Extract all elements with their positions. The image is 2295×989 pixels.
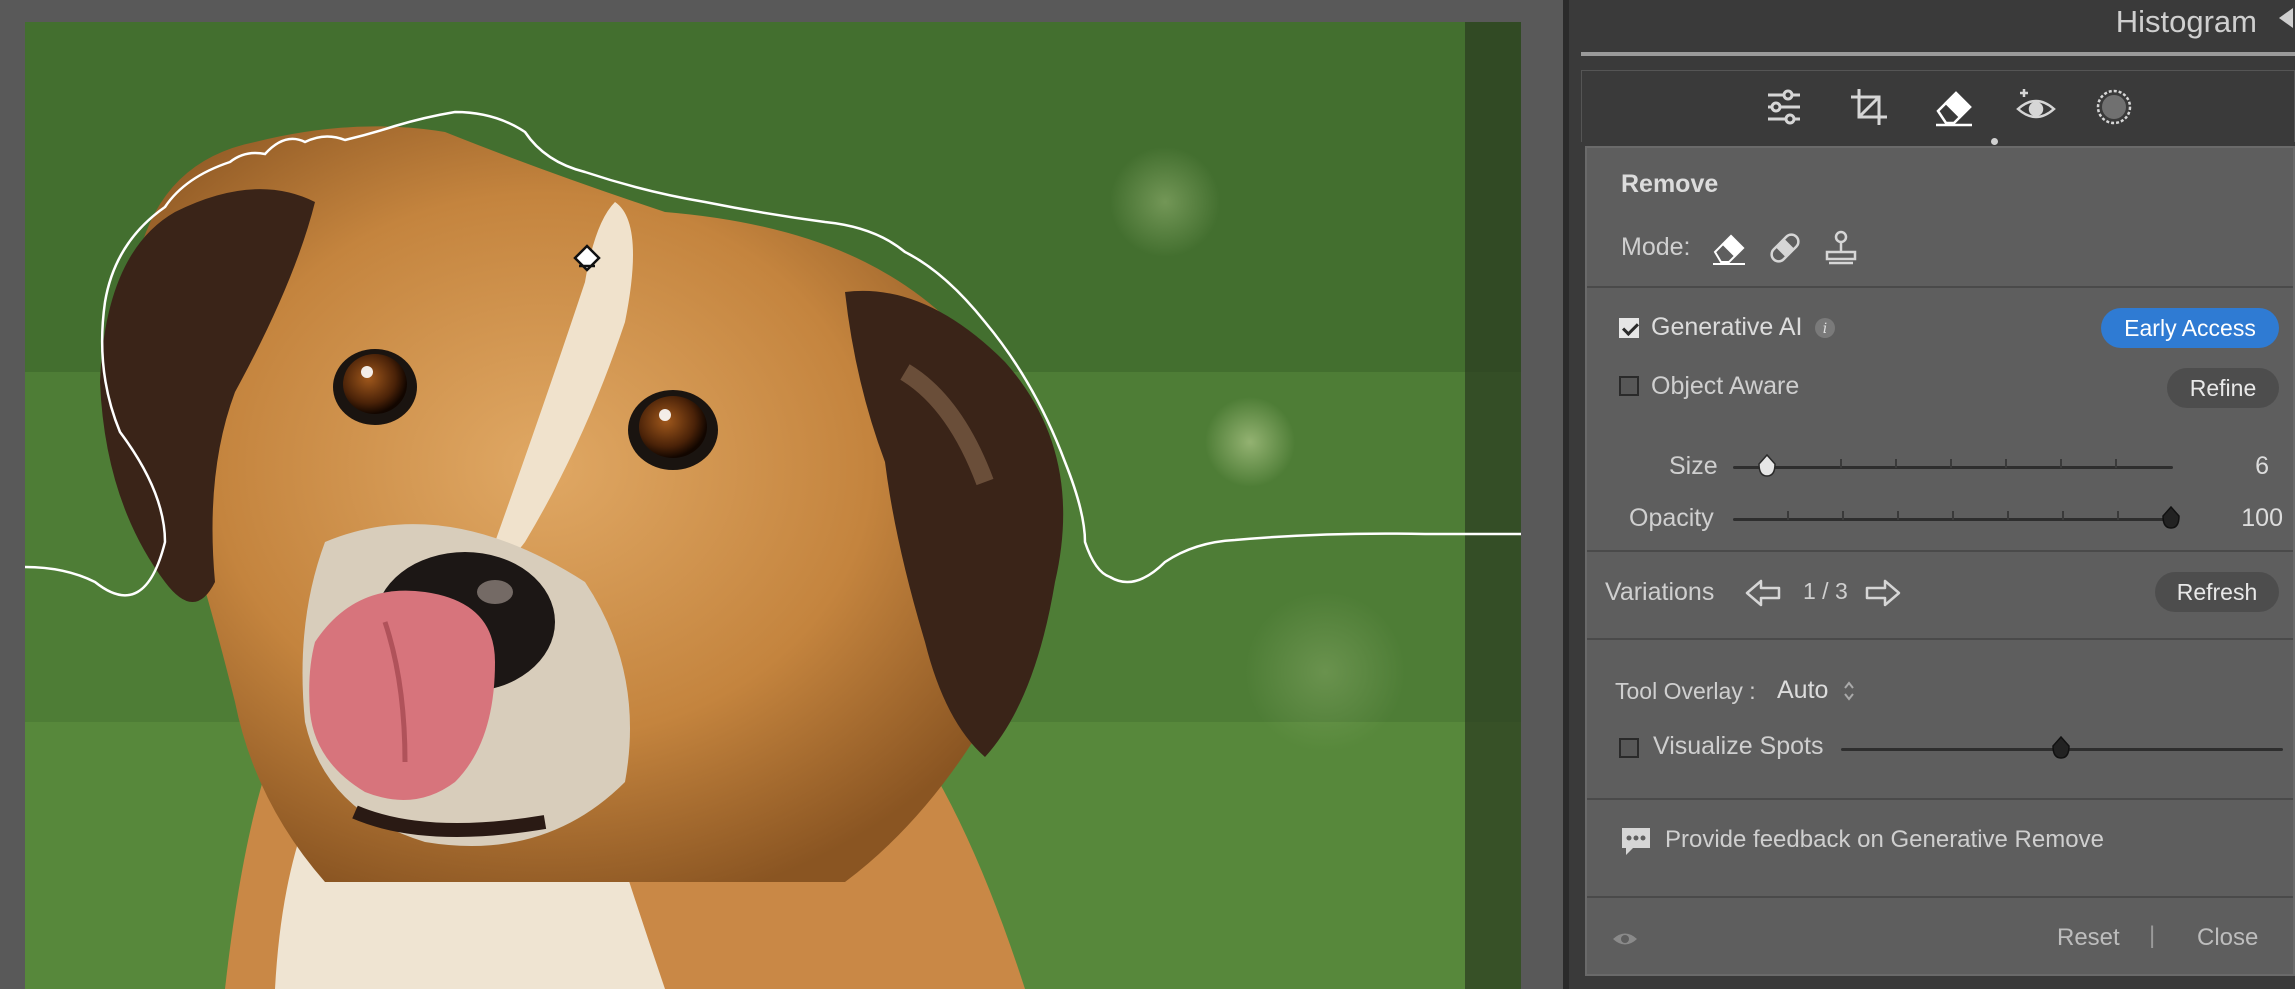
- separator: [1587, 798, 2293, 800]
- active-tool-indicator: [1991, 138, 1998, 145]
- object-aware-label: Object Aware: [1651, 372, 1800, 400]
- photo-illustration: [25, 22, 1521, 989]
- variations-counter: 1 / 3: [1803, 578, 1848, 604]
- mode-label: Mode:: [1621, 233, 1691, 261]
- size-label: Size: [1669, 452, 1718, 480]
- speech-bubble-icon[interactable]: [1619, 824, 1653, 863]
- arrow-right-icon[interactable]: [1863, 576, 1903, 615]
- refresh-button[interactable]: Refresh: [2155, 572, 2279, 612]
- tool-overlay-value[interactable]: Auto: [1777, 676, 1828, 705]
- early-access-badge[interactable]: Early Access: [2101, 308, 2279, 348]
- visualize-spots-checkbox[interactable]: [1619, 738, 1639, 758]
- size-slider-thumb[interactable]: [1757, 454, 1777, 478]
- variations-label: Variations: [1605, 578, 1715, 606]
- remove-eraser-icon[interactable]: [1709, 228, 1749, 273]
- close-button[interactable]: Close: [2197, 924, 2258, 952]
- crop-icon[interactable]: [1847, 85, 1891, 129]
- eye-preview-icon[interactable]: [1611, 928, 1639, 955]
- visualize-spots-slider-thumb[interactable]: [2051, 736, 2071, 760]
- refine-button[interactable]: Refine: [2167, 368, 2279, 408]
- svg-text:i: i: [1823, 321, 1827, 337]
- image-viewport[interactable]: [0, 0, 1563, 989]
- generative-ai-checkbox[interactable]: [1619, 318, 1639, 338]
- remove-panel: Remove Mode: Generative AI i Early Acces…: [1585, 146, 2295, 976]
- opacity-slider-thumb[interactable]: [2161, 506, 2181, 530]
- masking-icon[interactable]: [2092, 85, 2136, 129]
- object-aware-checkbox[interactable]: [1619, 376, 1639, 396]
- stepper-arrows-icon[interactable]: [1843, 680, 1855, 707]
- histogram-bar: [1581, 52, 2295, 56]
- separator: [1587, 286, 2293, 288]
- separator: [1587, 638, 2293, 640]
- panel-title: Remove: [1621, 170, 1719, 198]
- size-value[interactable]: 6: [2255, 452, 2269, 481]
- heal-bandage-icon[interactable]: [1765, 228, 1805, 273]
- histogram-header[interactable]: Histogram: [1569, 0, 2295, 46]
- separator: [1587, 550, 2293, 552]
- dog-photo[interactable]: [25, 22, 1521, 989]
- edit-sliders-icon[interactable]: [1762, 85, 1806, 129]
- footer-separator: |: [2149, 922, 2156, 949]
- separator: [1587, 896, 2293, 898]
- red-eye-icon[interactable]: [2014, 85, 2058, 129]
- remove-eraser-icon[interactable]: [1932, 85, 1976, 129]
- reset-button[interactable]: Reset: [2057, 924, 2120, 952]
- generative-ai-label: Generative AI: [1651, 313, 1803, 341]
- right-panel: Histogram Remove Mode: Generative AI i E…: [1569, 0, 2295, 989]
- collapse-triangle-icon[interactable]: [2279, 8, 2293, 28]
- clone-stamp-icon[interactable]: [1821, 228, 1861, 273]
- tool-overlay-label: Tool Overlay :: [1615, 678, 1756, 704]
- size-slider-track[interactable]: [1733, 466, 2173, 469]
- opacity-label: Opacity: [1629, 504, 1714, 532]
- visualize-spots-label: Visualize Spots: [1653, 732, 1824, 760]
- feedback-link[interactable]: Provide feedback on Generative Remove: [1665, 826, 2104, 854]
- histogram-title: Histogram: [2115, 4, 2257, 39]
- tool-strip: [1581, 70, 2295, 145]
- opacity-value[interactable]: 100: [2241, 504, 2283, 533]
- info-icon[interactable]: i: [1813, 316, 1837, 345]
- arrow-left-icon[interactable]: [1743, 576, 1783, 615]
